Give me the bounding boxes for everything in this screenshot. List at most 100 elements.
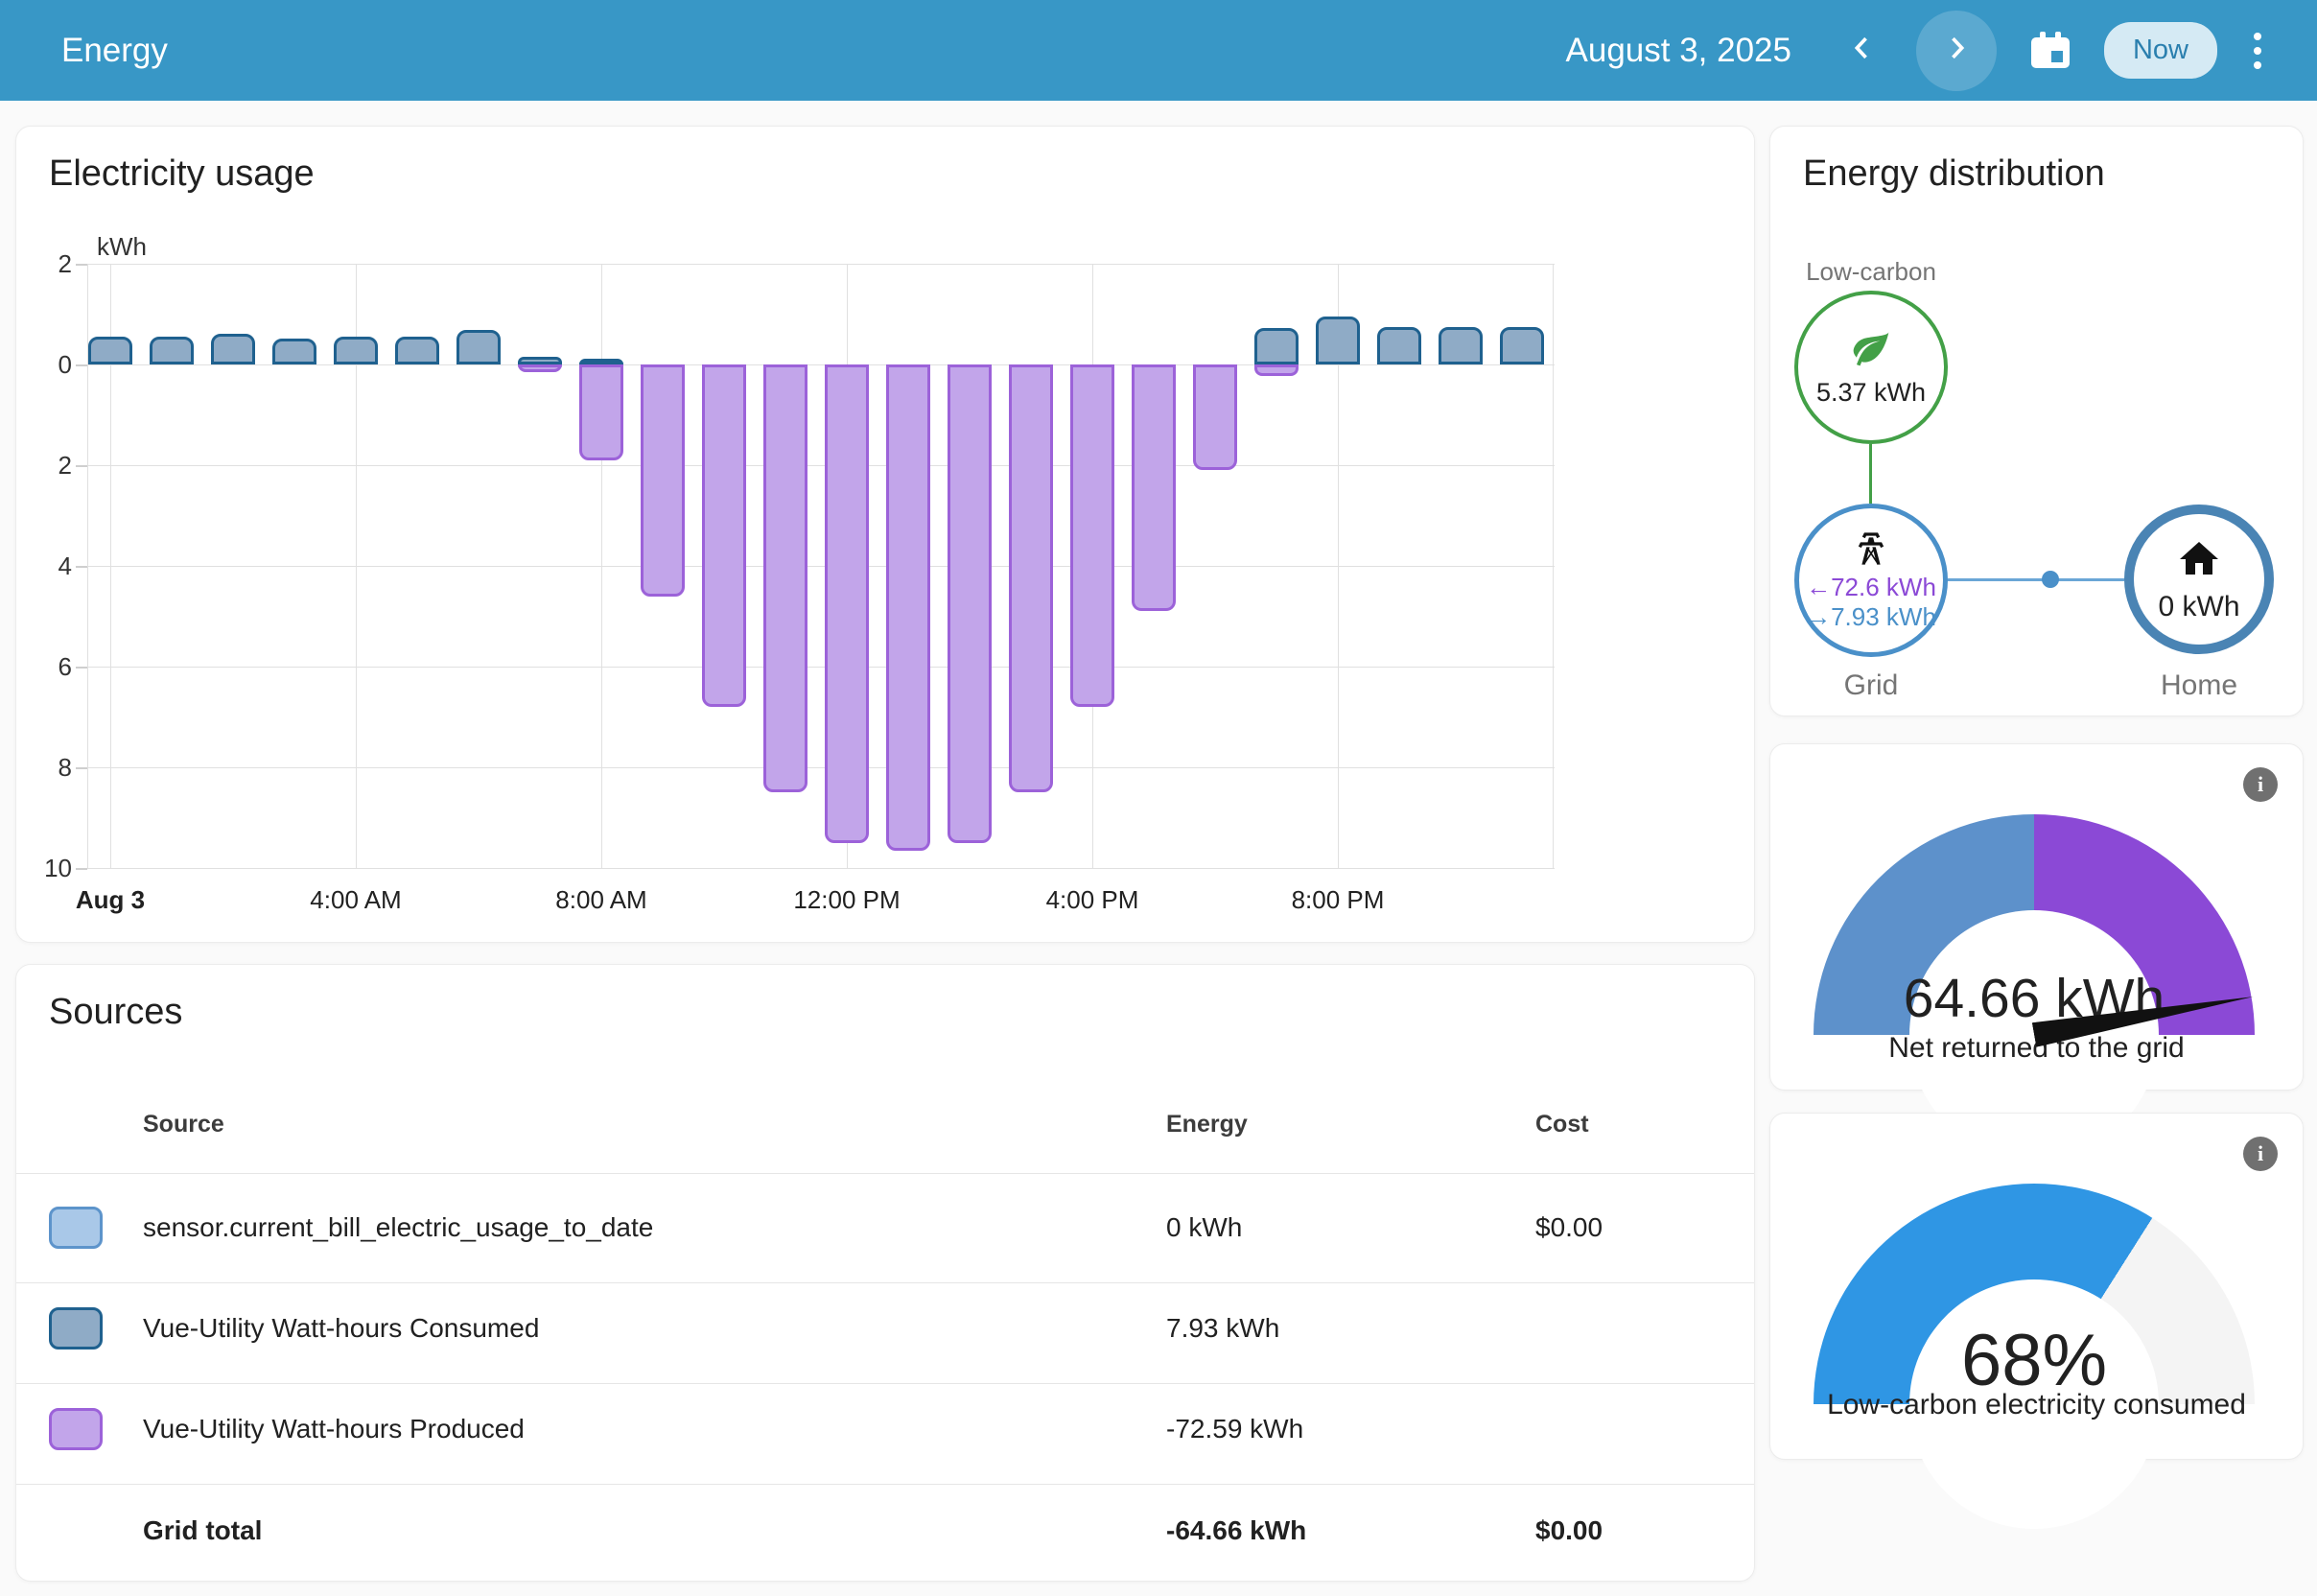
page-title: Energy (61, 0, 168, 101)
kebab-menu-icon (2254, 33, 2261, 69)
info-icon[interactable]: i (2243, 1137, 2278, 1171)
home-icon (2176, 536, 2222, 587)
sources-card-title: Sources (49, 992, 182, 1033)
net-returned-value: 64.66 kWh (1814, 967, 2255, 1030)
source-energy: 0 kWh (1166, 1212, 1242, 1243)
table-divider (16, 1282, 1754, 1283)
grid-total-cost: $0.00 (1535, 1515, 1603, 1546)
usage-bar-consumed[interactable] (1500, 327, 1544, 364)
chevron-left-icon (1846, 32, 1879, 69)
usage-plot[interactable]: 20246810Aug 34:00 AM8:00 AM12:00 PM4:00 … (87, 264, 1555, 868)
usage-card-title: Electricity usage (49, 153, 315, 195)
grid-return-value: ←72.6 kWh (1806, 573, 1936, 602)
column-header-cost: Cost (1535, 1111, 1589, 1138)
usage-bar-consumed[interactable] (1254, 328, 1299, 364)
low-carbon-percent-label: Low-carbon electricity consumed (1770, 1389, 2303, 1421)
usage-bar-produced[interactable] (1132, 364, 1176, 611)
x-axis-label: 8:00 PM (1261, 885, 1415, 915)
usage-bar-produced[interactable] (641, 364, 685, 597)
home-value: 0 kWh (2158, 591, 2239, 623)
y-axis-label: 0 (24, 350, 72, 380)
low-carbon-label: Low-carbon (1775, 257, 1967, 287)
usage-bar-consumed[interactable] (150, 337, 194, 364)
gridline-horizontal (87, 667, 1555, 668)
usage-bar-consumed[interactable] (211, 334, 255, 364)
usage-bar-produced[interactable] (1193, 364, 1237, 470)
energy-flow-dot (2042, 571, 2059, 588)
y-axis-label: 2 (24, 249, 72, 279)
usage-bar-produced[interactable] (1009, 364, 1053, 792)
table-divider (16, 1484, 1754, 1485)
usage-bar-consumed[interactable] (1316, 317, 1360, 364)
gridline-horizontal (87, 868, 1555, 869)
source-color-swatch (49, 1307, 103, 1350)
now-button[interactable]: Now (2104, 22, 2217, 79)
grid-node: ←72.6 kWh →7.93 kWh (1794, 504, 1948, 657)
column-header-energy: Energy (1166, 1111, 1248, 1138)
grid-total-label: Grid total (143, 1515, 262, 1546)
usage-bar-produced[interactable] (1070, 364, 1114, 707)
y-tick-mark (76, 767, 87, 769)
overflow-menu-button[interactable] (2231, 11, 2284, 91)
usage-bar-consumed[interactable] (1377, 327, 1421, 364)
source-name: Vue-Utility Watt-hours Consumed (143, 1313, 539, 1344)
gridline-vertical (601, 264, 602, 868)
x-axis-label: 8:00 AM (525, 885, 678, 915)
distribution-card-title: Energy distribution (1803, 153, 2105, 195)
gridline-horizontal (87, 264, 1555, 265)
table-divider (16, 1383, 1754, 1384)
y-tick-mark (76, 667, 87, 669)
source-energy: 7.93 kWh (1166, 1313, 1279, 1344)
usage-bar-consumed[interactable] (456, 330, 501, 364)
y-tick-mark (76, 868, 87, 870)
date-range-label: August 3, 2025 (1566, 32, 1791, 70)
usage-bar-produced[interactable] (948, 364, 992, 843)
usage-bar-consumed[interactable] (334, 337, 378, 364)
grid-to-home-line (1948, 578, 2124, 581)
y-axis-label: 10 (24, 854, 72, 883)
usage-bar-consumed[interactable] (518, 357, 562, 364)
leaf-icon (1850, 327, 1892, 374)
axis-line-right (1553, 264, 1554, 868)
low-carbon-node: 5.37 kWh (1794, 291, 1948, 444)
source-energy: -72.59 kWh (1166, 1414, 1303, 1444)
usage-bar-produced[interactable] (1254, 364, 1299, 376)
home-node: 0 kWh (2124, 505, 2274, 654)
usage-bar-consumed[interactable] (395, 337, 439, 364)
usage-bar-produced[interactable] (579, 364, 623, 460)
app-header: Energy August 3, 2025 Now (0, 0, 2317, 101)
calendar-icon (2031, 32, 2070, 70)
source-color-swatch (49, 1408, 103, 1450)
gridline-horizontal (87, 767, 1555, 768)
gridline-horizontal (87, 465, 1555, 466)
usage-bar-consumed[interactable] (272, 339, 316, 364)
grid-total-energy: -64.66 kWh (1166, 1515, 1306, 1546)
usage-bar-produced[interactable] (518, 364, 562, 372)
next-period-button[interactable] (1916, 11, 1997, 91)
usage-bar-consumed[interactable] (1439, 327, 1483, 364)
grid-node-label: Grid (1775, 669, 1967, 702)
info-icon[interactable]: i (2243, 767, 2278, 802)
usage-bar-produced[interactable] (702, 364, 746, 707)
previous-period-button[interactable] (1822, 11, 1903, 91)
usage-bar-produced[interactable] (886, 364, 930, 851)
usage-bar-consumed[interactable] (88, 337, 132, 364)
calendar-button[interactable] (2010, 11, 2091, 91)
source-name: Vue-Utility Watt-hours Produced (143, 1414, 525, 1444)
transmission-tower-icon (1852, 529, 1890, 573)
usage-bar-produced[interactable] (825, 364, 869, 843)
source-color-swatch (49, 1207, 103, 1249)
electricity-usage-card: Electricity usage kWh 20246810Aug 34:00 … (15, 126, 1755, 943)
y-axis-label: 4 (24, 552, 72, 581)
table-divider (16, 1173, 1754, 1174)
y-tick-mark (76, 566, 87, 568)
low-carbon-gauge-card: i 68% Low-carbon electricity consumed (1769, 1113, 2304, 1460)
y-tick-mark (76, 364, 87, 366)
usage-bar-produced[interactable] (763, 364, 807, 792)
x-axis-label: 4:00 PM (1016, 885, 1169, 915)
y-tick-mark (76, 264, 87, 266)
low-carbon-to-grid-line (1869, 444, 1872, 504)
y-axis-unit: kWh (97, 232, 147, 262)
energy-dashboard: Energy August 3, 2025 Now (0, 0, 2317, 1596)
sources-card: Sources Source Energy Cost sensor.curren… (15, 964, 1755, 1582)
